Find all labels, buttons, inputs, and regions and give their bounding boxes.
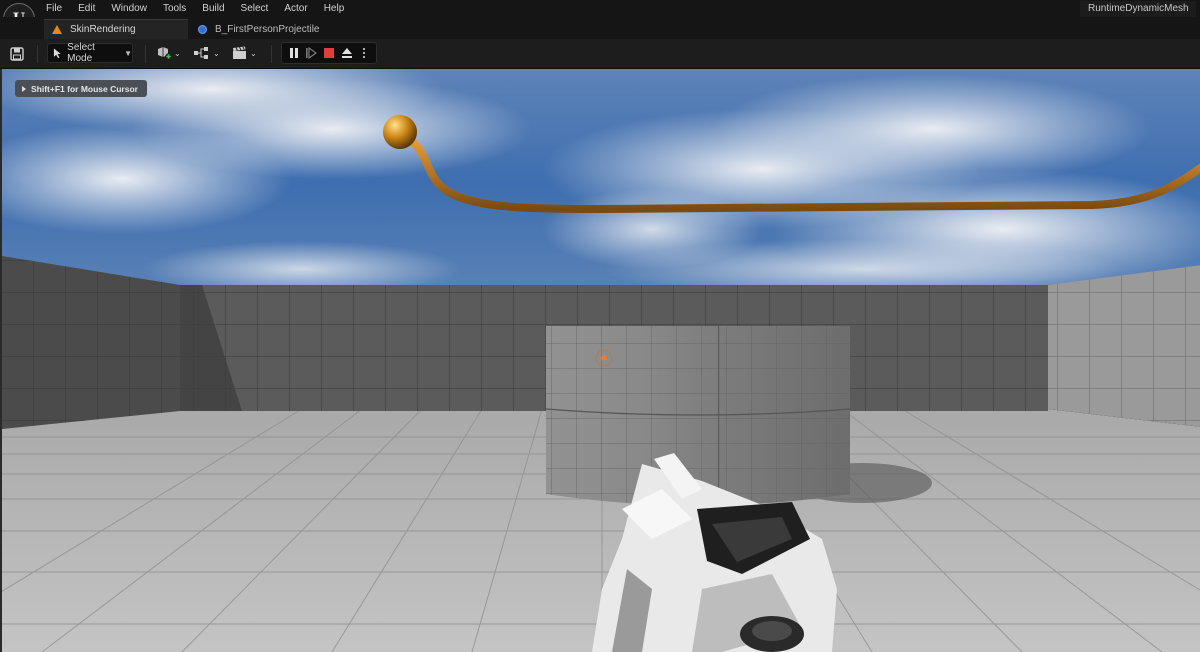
cursor-arrow-icon (53, 47, 61, 58)
eject-button[interactable] (339, 45, 355, 61)
menu-build[interactable]: Build (194, 0, 232, 17)
tab-label: SkinRendering (70, 24, 136, 35)
clapperboard-icon (233, 46, 246, 59)
chevron-down-icon: ⌄ (213, 48, 220, 58)
chevron-down-icon: ▼ (124, 48, 132, 58)
blueprint-graph-icon (194, 47, 208, 59)
select-mode-dropdown[interactable]: Select Mode ▼ (47, 42, 133, 64)
blueprint-icon (198, 24, 207, 34)
level-editor-toolbar: Select Mode ▼ ⌄ ⌄ ⌄ (0, 39, 1200, 69)
play-controls (281, 42, 377, 64)
stop-icon (323, 48, 334, 58)
game-viewport[interactable]: Shift+F1 for Mouse Cursor (0, 69, 1200, 652)
menu-window[interactable]: Window (103, 0, 155, 17)
menu-bar: U File Edit Window Tools Build Select Ac… (0, 0, 1200, 35)
main-menu: File Edit Window Tools Build Select Acto… (38, 0, 352, 17)
step-forward-icon (306, 47, 318, 59)
document-tab-bar: SkinRendering B_FirstPersonProjectile (0, 17, 1200, 39)
save-icon (10, 47, 24, 61)
add-cube-icon (158, 47, 172, 60)
blueprints-button[interactable]: ⌄ (193, 44, 220, 62)
tab-b-firstpersonprojectile[interactable]: B_FirstPersonProjectile (190, 19, 340, 39)
hint-text: Shift+F1 for Mouse Cursor (31, 83, 138, 94)
pause-button[interactable] (286, 45, 302, 61)
tab-skinrendering[interactable]: SkinRendering (44, 19, 188, 39)
stop-button[interactable] (321, 45, 337, 61)
menu-tools[interactable]: Tools (155, 0, 194, 17)
advance-frame-button[interactable] (303, 45, 319, 61)
level-icon (52, 25, 62, 34)
toolbar-divider (37, 45, 38, 63)
menu-edit[interactable]: Edit (70, 0, 103, 17)
save-button[interactable] (8, 45, 26, 63)
mouse-cursor-hint: Shift+F1 for Mouse Cursor (15, 80, 147, 97)
tab-label: B_FirstPersonProjectile (215, 23, 320, 35)
menu-file[interactable]: File (38, 0, 70, 17)
menu-help[interactable]: Help (316, 0, 353, 17)
eject-icon (341, 48, 352, 58)
scene-render (2, 69, 1200, 652)
toolbar-divider (271, 45, 272, 63)
toolbar-divider (145, 45, 146, 63)
pause-icon (289, 48, 298, 58)
add-actor-button[interactable]: ⌄ (156, 44, 181, 62)
select-mode-label: Select Mode (67, 42, 95, 64)
play-options-button[interactable] (356, 45, 372, 61)
pointer-icon (22, 85, 26, 92)
project-name: RuntimeDynamicMesh (1080, 1, 1196, 17)
menu-actor[interactable]: Actor (276, 0, 315, 17)
chevron-down-icon: ⌄ (250, 48, 257, 58)
chevron-down-icon: ⌄ (174, 48, 181, 58)
more-options-icon (363, 47, 366, 59)
menu-select[interactable]: Select (233, 0, 277, 17)
cinematics-button[interactable]: ⌄ (232, 44, 257, 62)
